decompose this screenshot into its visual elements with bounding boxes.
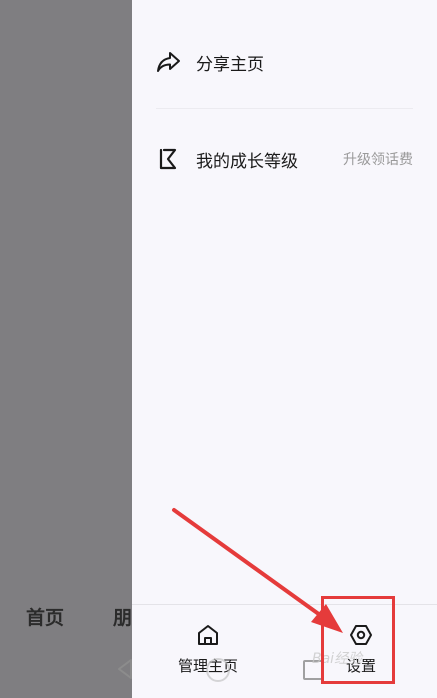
menu-divider bbox=[156, 108, 413, 109]
growth-level-label: 我的成长等级 bbox=[196, 152, 298, 172]
share-arrow-icon bbox=[157, 52, 180, 72]
background-tab-home: 首页 bbox=[26, 607, 65, 629]
growth-level-action[interactable]: 升级领话费 bbox=[343, 149, 413, 169]
dimmed-background[interactable] bbox=[0, 0, 132, 697]
share-home-label: 分享主页 bbox=[196, 55, 264, 75]
background-tab-friends: 朋 bbox=[113, 607, 132, 629]
settings-highlight-box bbox=[321, 596, 395, 684]
menu-item-growth-level[interactable]: 我的成长等级 升级领话费 bbox=[132, 134, 437, 184]
k-badge-icon bbox=[159, 148, 177, 170]
side-drawer: 分享主页 我的成长等级 升级领话费 管理主页 设置 bbox=[132, 0, 437, 698]
nav-home-icon[interactable] bbox=[206, 658, 230, 682]
partial-menu-icon bbox=[156, 0, 182, 6]
home-icon bbox=[198, 625, 218, 645]
menu-item-share-home[interactable]: 分享主页 bbox=[132, 37, 437, 87]
